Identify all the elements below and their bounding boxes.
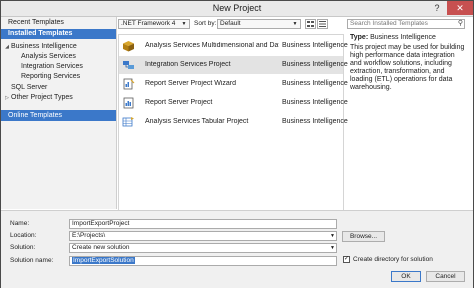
template-item[interactable]: Analysis Services Multidimensional and D…	[119, 37, 348, 55]
type-label: Type:	[350, 34, 369, 41]
close-button[interactable]: ✕	[447, 1, 473, 15]
location-label: Location:	[10, 232, 37, 239]
template-item[interactable]: Report Server Project Wizard Business In…	[119, 75, 348, 93]
template-name: Analysis Services Multidimensional and D…	[145, 42, 279, 49]
new-project-dialog: New Project ? ✕ Recent Templates Install…	[0, 0, 474, 288]
sort-select[interactable]: Default ▼	[217, 19, 301, 29]
search-placeholder: Search Installed Templates	[350, 20, 428, 27]
tabular-icon	[122, 117, 134, 127]
template-name: Report Server Project	[145, 99, 213, 106]
template-category: Business Intelligence	[282, 80, 348, 87]
chevron-down-icon: ▼	[330, 233, 335, 239]
tree-item-analysis-services[interactable]: Analysis Services	[1, 52, 116, 62]
template-category: Business Intelligence	[282, 61, 348, 68]
search-templates-input[interactable]: Search Installed Templates ⚲	[347, 19, 465, 29]
tree-item-sql-server[interactable]: SQL Server	[1, 83, 116, 93]
solution-value: Create new solution	[72, 244, 130, 251]
report-wizard-icon	[123, 78, 135, 90]
create-directory-label: Create directory for solution	[353, 256, 433, 263]
cube-icon	[123, 41, 134, 52]
medium-icons-view-button[interactable]	[305, 19, 316, 29]
installed-templates-header[interactable]: Installed Templates	[1, 29, 116, 39]
solution-select[interactable]: Create new solution ▼	[69, 243, 337, 253]
integration-icon	[123, 61, 134, 69]
grid-view-icon	[307, 21, 314, 27]
recent-templates-header[interactable]: Recent Templates	[1, 18, 116, 28]
tree-item-business-intelligence[interactable]: ◢ Business Intelligence	[1, 42, 116, 52]
template-name: Integration Services Project	[145, 61, 231, 68]
template-name: Report Server Project Wizard	[145, 80, 237, 87]
search-icon: ⚲	[457, 20, 463, 27]
browse-button[interactable]: Browse...	[342, 231, 385, 242]
solution-label: Solution:	[10, 244, 36, 251]
collapsed-arrow-icon[interactable]: ▷	[3, 93, 11, 103]
tree-item-reporting-services[interactable]: Reporting Services	[1, 72, 116, 82]
create-directory-checkbox[interactable]: ✓	[343, 256, 350, 263]
template-item[interactable]: Analysis Services Tabular Project Busine…	[119, 113, 348, 131]
tree-item-integration-services[interactable]: Integration Services	[1, 62, 116, 72]
location-input[interactable]: E:\Projects\ ▼	[69, 231, 337, 241]
sort-by-label: Sort by:	[194, 20, 217, 27]
title-bar: New Project ? ✕	[1, 1, 473, 17]
template-navigation: Recent Templates Installed Templates ◢ Bu…	[1, 17, 117, 209]
chevron-down-icon: ▼	[181, 21, 187, 27]
small-icons-view-button[interactable]	[317, 19, 328, 29]
window-title: New Project	[212, 3, 262, 13]
chevron-down-icon: ▼	[330, 245, 335, 251]
template-description: This project may be used for building hi…	[350, 44, 465, 91]
tree-item-label: Other Project Types	[11, 94, 73, 101]
template-item[interactable]: Report Server Project Business Intellige…	[119, 94, 348, 112]
template-item-selected[interactable]: Integration Services Project Business In…	[119, 56, 348, 74]
name-input[interactable]: ImportExportProject	[69, 219, 337, 229]
solution-name-input[interactable]: ImportExportSolution	[69, 256, 337, 266]
solution-name-label: Solution name:	[10, 257, 54, 264]
template-type: Type: Business Intelligence	[350, 34, 436, 41]
framework-value: .NET Framework 4	[121, 20, 176, 27]
cancel-button[interactable]: Cancel	[426, 271, 465, 282]
tree-item-label: Business Intelligence	[11, 43, 77, 50]
framework-select[interactable]: .NET Framework 4 ▼	[118, 19, 190, 29]
template-category: Business Intelligence	[282, 118, 348, 125]
list-view-icon	[319, 21, 326, 27]
template-list: Analysis Services Multidimensional and D…	[118, 34, 348, 211]
type-value: Business Intelligence	[370, 34, 436, 41]
ok-button[interactable]: OK	[391, 271, 421, 282]
help-button[interactable]: ?	[427, 1, 447, 15]
name-label: Name:	[10, 220, 30, 227]
tree-item-other-project-types[interactable]: ▷ Other Project Types	[1, 93, 116, 103]
expanded-arrow-icon[interactable]: ◢	[3, 42, 11, 52]
report-icon	[123, 97, 134, 109]
chevron-down-icon: ▼	[292, 21, 298, 27]
location-value: E:\Projects\	[72, 232, 106, 239]
online-templates-header[interactable]: Online Templates	[1, 110, 116, 121]
solution-name-value: ImportExportSolution	[72, 257, 135, 264]
template-category: Business Intelligence	[282, 42, 348, 49]
template-name: Analysis Services Tabular Project	[145, 118, 249, 125]
template-category: Business Intelligence	[282, 99, 348, 106]
sort-value: Default	[220, 20, 241, 27]
